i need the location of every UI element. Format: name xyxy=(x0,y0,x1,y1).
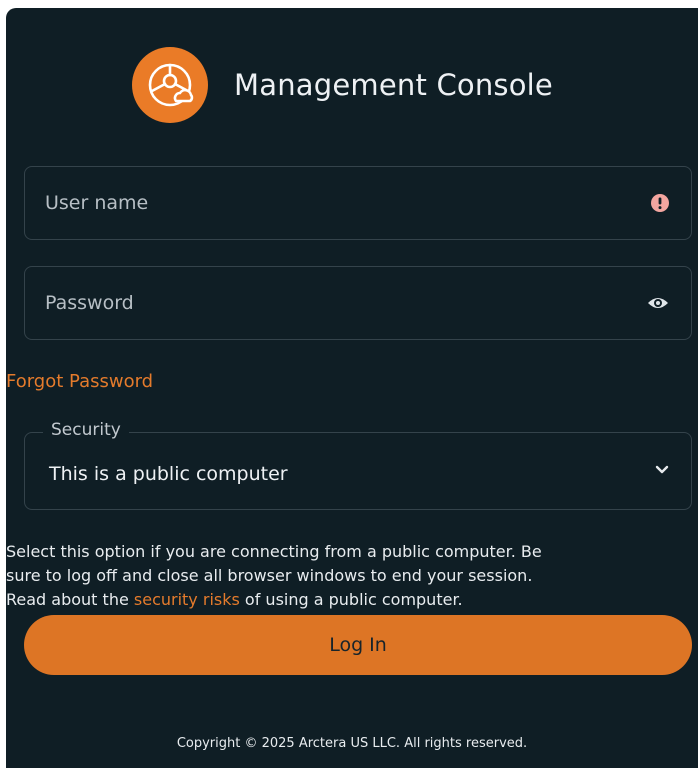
chevron-down-icon[interactable] xyxy=(655,465,669,475)
header: Management Console xyxy=(132,45,553,125)
username-field[interactable] xyxy=(24,166,692,240)
security-selected-value: This is a public computer xyxy=(49,463,288,485)
help-line-1: Select this option if you are connecting… xyxy=(6,542,542,561)
password-field[interactable] xyxy=(24,266,692,340)
copyright-text: Copyright © 2025 Arctera US LLC. All rig… xyxy=(176,736,528,751)
login-button[interactable]: Log In xyxy=(24,615,692,675)
login-panel: Management Console Forgot Password Secur… xyxy=(6,8,698,768)
security-label: Security xyxy=(43,420,129,440)
forgot-password-link[interactable]: Forgot Password xyxy=(6,371,153,392)
brand-logo-icon xyxy=(132,47,208,123)
security-help-text: Select this option if you are connecting… xyxy=(6,540,696,612)
help-line-3: Read about the security risks of using a… xyxy=(6,588,696,612)
password-input[interactable] xyxy=(45,267,605,339)
help-line-3-suffix: of using a public computer. xyxy=(244,590,463,609)
username-input[interactable] xyxy=(45,167,605,239)
help-line-2: sure to log off and close all browser wi… xyxy=(6,566,533,585)
app-title: Management Console xyxy=(234,68,553,102)
eye-icon[interactable] xyxy=(647,295,669,311)
security-risks-link[interactable]: security risks xyxy=(134,590,240,609)
help-line-3-prefix: Read about the xyxy=(6,590,129,609)
security-select[interactable]: Security This is a public computer xyxy=(24,420,692,510)
error-icon xyxy=(651,194,669,212)
